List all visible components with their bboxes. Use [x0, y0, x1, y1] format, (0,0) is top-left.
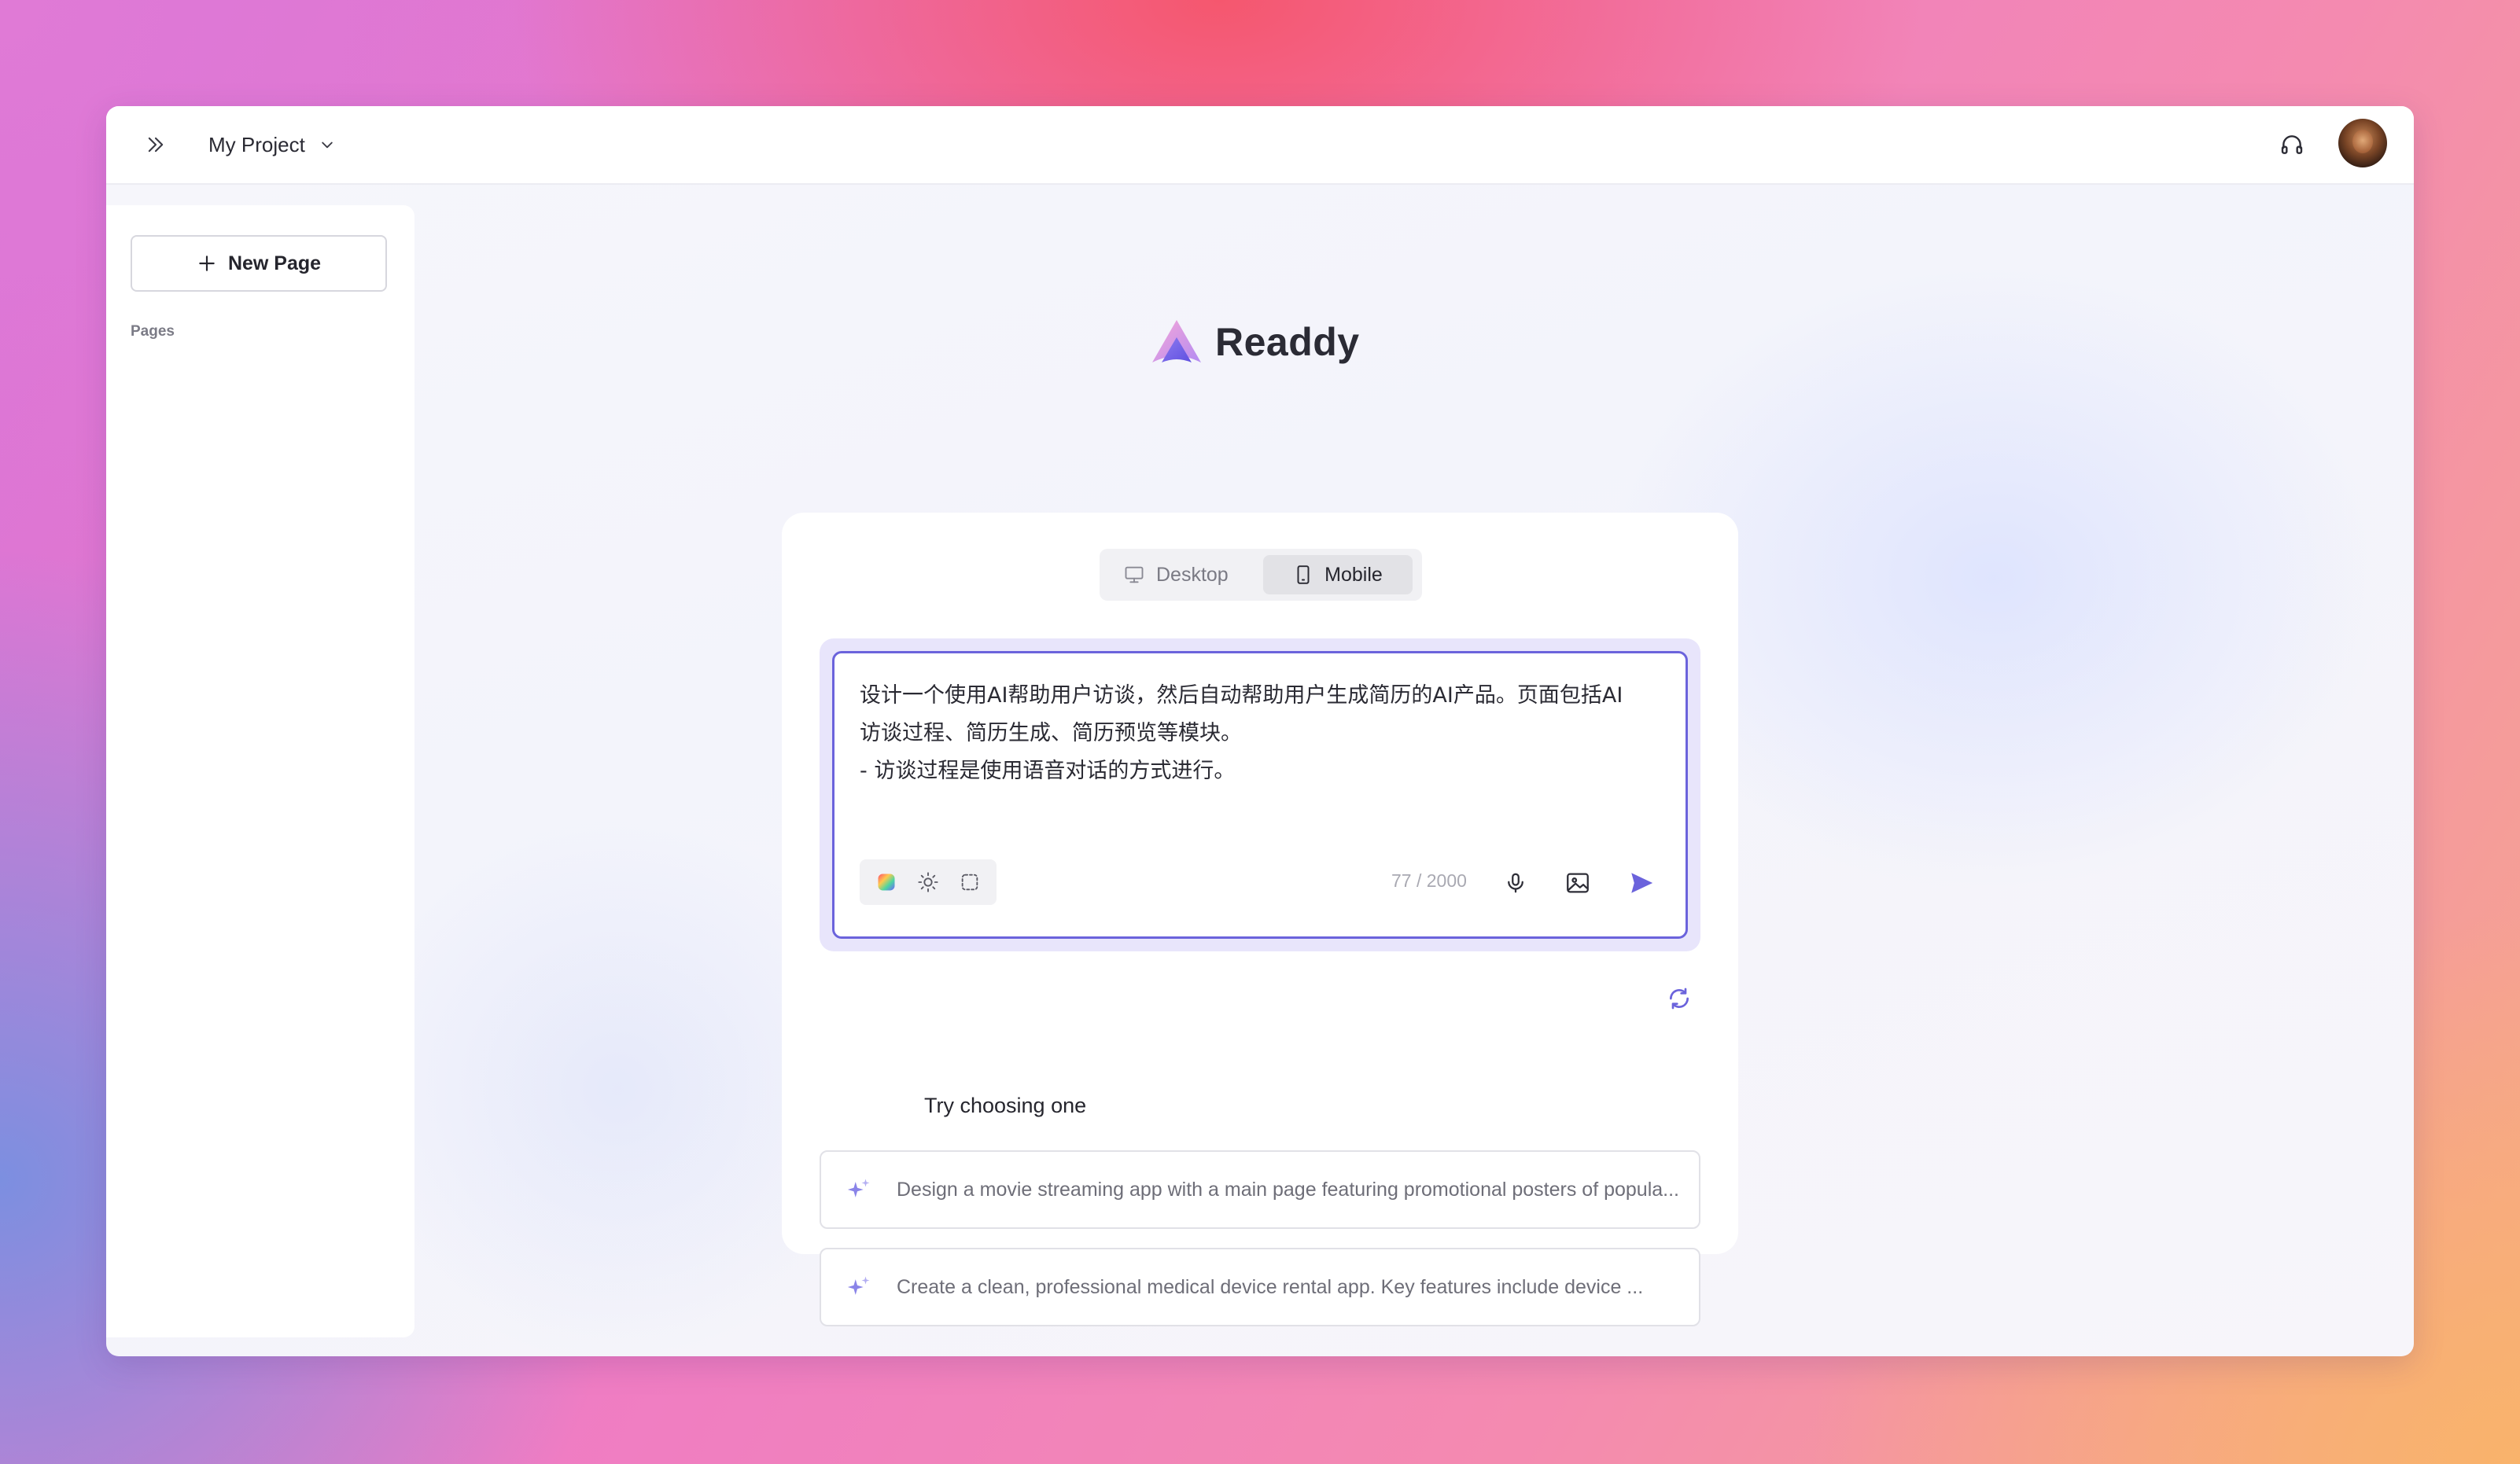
avatar[interactable]	[2338, 119, 2387, 167]
brand-name: Readdy	[1215, 320, 1360, 364]
prompt-text[interactable]: 设计一个使用AI帮助用户访谈，然后自动帮助用户生成简历的AI产品。页面包括AI …	[860, 677, 1654, 790]
palette-button[interactable]	[871, 866, 902, 898]
upload-image-button[interactable]	[1560, 866, 1595, 900]
top-bar: My Project	[106, 106, 2414, 185]
plus-icon	[199, 256, 215, 271]
send-button[interactable]	[1624, 866, 1659, 900]
new-page-button[interactable]: New Page	[131, 235, 387, 292]
send-icon	[1631, 873, 1653, 893]
frame-icon	[961, 874, 978, 891]
palette-icon	[878, 874, 895, 891]
sparkle-icon	[843, 1271, 875, 1303]
device-option-mobile[interactable]: Mobile	[1263, 555, 1413, 594]
refresh-suggestions-button[interactable]	[1667, 986, 1692, 1011]
refresh-icon	[1670, 988, 1689, 1010]
device-option-label: Desktop	[1156, 563, 1229, 586]
double-chevron-right-icon	[148, 137, 164, 153]
pages-section-label: Pages	[131, 323, 175, 340]
theme-button[interactable]	[912, 866, 944, 898]
prompt-box-frame: 设计一个使用AI帮助用户访谈，然后自动帮助用户生成简历的AI产品。页面包括AI …	[820, 638, 1700, 951]
device-option-label: Mobile	[1324, 563, 1383, 586]
readdy-logo-icon	[1152, 320, 1201, 362]
prompt-input[interactable]: 设计一个使用AI帮助用户访谈，然后自动帮助用户生成简历的AI产品。页面包括AI …	[832, 651, 1688, 939]
brand-logo: Readdy	[1149, 317, 1360, 367]
voice-input-button[interactable]	[1499, 866, 1532, 900]
monitor-icon	[1125, 566, 1144, 583]
device-option-desktop[interactable]: Desktop	[1123, 555, 1257, 594]
expand-sidebar-button[interactable]	[139, 128, 172, 161]
headphones-icon	[2281, 135, 2303, 154]
character-counter: 77 / 2000	[1391, 870, 1467, 891]
suggestion-text: Design a movie streaming app with a main…	[897, 1178, 1680, 1201]
suggestion-item[interactable]: Create a clean, professional medical dev…	[820, 1248, 1700, 1326]
app-window: My Project New Page Pages Readdy Desktop…	[106, 106, 2414, 1356]
suggestion-text: Create a clean, professional medical dev…	[897, 1275, 1644, 1298]
project-name: My Project	[208, 132, 305, 156]
chevron-down-icon	[322, 142, 333, 149]
microphone-icon	[1508, 873, 1523, 893]
device-toggle: Desktop Mobile	[1100, 549, 1422, 601]
image-icon	[1567, 873, 1589, 893]
suggestion-item[interactable]: Design a movie streaming app with a main…	[820, 1150, 1700, 1229]
frame-button[interactable]	[954, 866, 986, 898]
new-page-label: New Page	[227, 252, 322, 274]
prompt-card: Desktop Mobile 设计一个使用AI帮助用户访谈，然后自动帮助用户生成…	[782, 513, 1738, 1326]
smartphone-icon	[1297, 565, 1310, 584]
sidebar: New Page Pages	[106, 205, 414, 1337]
sparkle-icon	[843, 1174, 875, 1205]
project-selector[interactable]: My Project	[208, 127, 335, 163]
sun-icon	[918, 872, 938, 892]
support-button[interactable]	[2275, 128, 2308, 161]
suggestions-title: Try choosing one	[924, 1094, 1087, 1117]
style-tools	[860, 859, 997, 905]
